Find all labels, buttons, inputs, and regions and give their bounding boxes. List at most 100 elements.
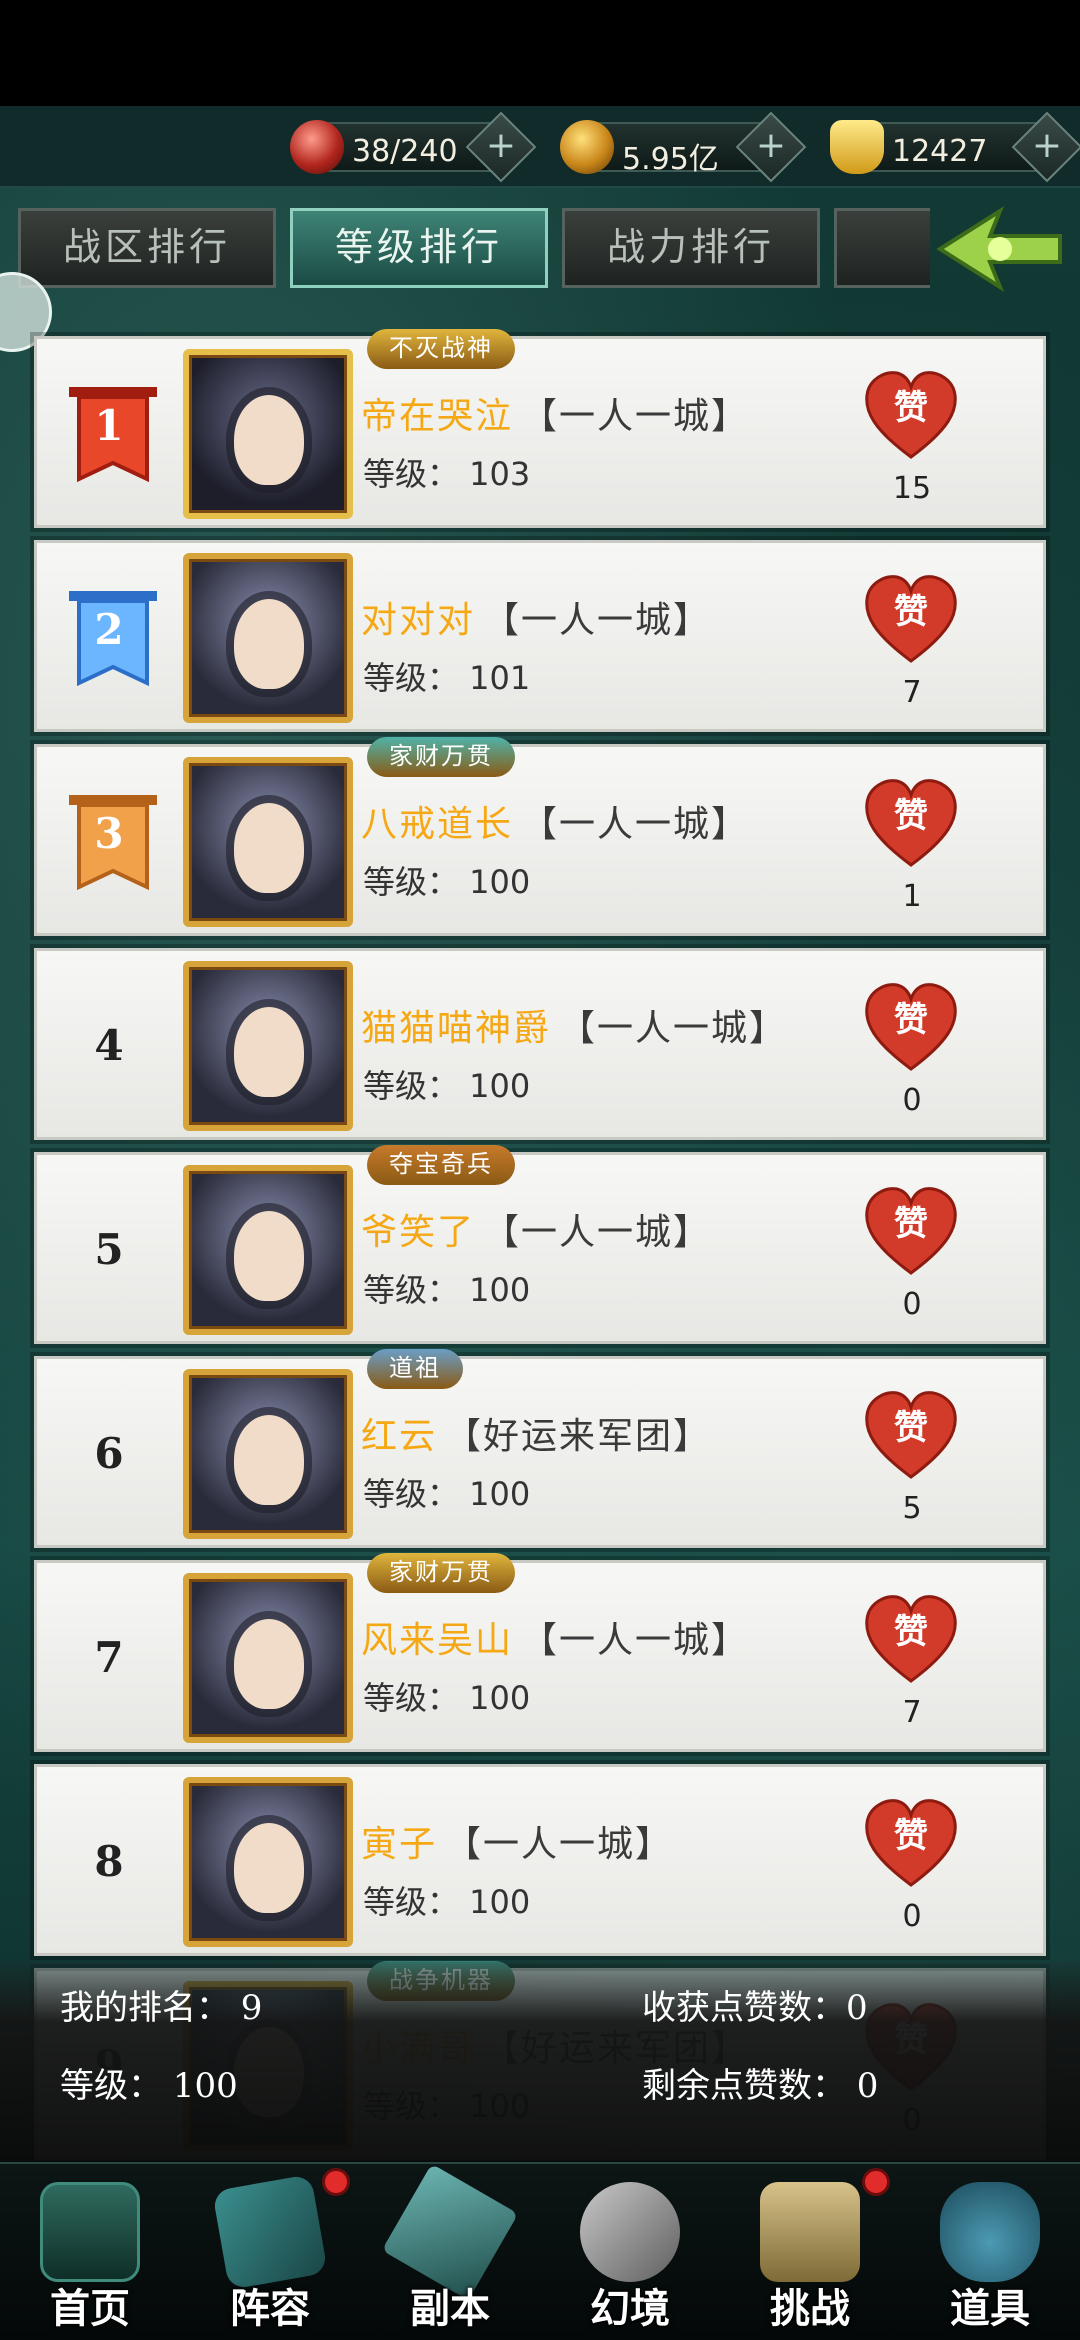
player-avatar[interactable] bbox=[183, 1777, 353, 1947]
tab-zone-ranking[interactable]: 战区排行 bbox=[18, 208, 276, 288]
like-heart-button[interactable]: 赞 bbox=[863, 573, 959, 665]
like-count: 0 bbox=[902, 1287, 922, 1322]
notification-dot bbox=[322, 2168, 350, 2196]
avatar-face bbox=[234, 1211, 304, 1301]
scroll-map-icon bbox=[760, 2182, 860, 2282]
palace-icon bbox=[40, 2182, 140, 2282]
player-level: 等级： 100 bbox=[363, 1883, 531, 1921]
player-name: 风来吴山 bbox=[361, 1620, 514, 1661]
like-heart-button[interactable]: 赞 bbox=[863, 981, 959, 1073]
nav-illusion[interactable]: 幻境 bbox=[540, 2164, 720, 2340]
tab-level-ranking[interactable]: 等级排行 bbox=[290, 208, 548, 288]
like-count: 7 bbox=[902, 1695, 922, 1730]
nav-dungeon[interactable]: 副本 bbox=[360, 2163, 540, 2340]
ranking-row[interactable]: 8 寅子 【一人一城】 等级： 100 赞 0 bbox=[34, 1764, 1046, 1956]
stamina-resource: 38/240 + bbox=[290, 111, 537, 183]
avatar-face bbox=[234, 1007, 304, 1097]
plus-icon: + bbox=[485, 125, 517, 166]
player-avatar[interactable] bbox=[183, 1369, 353, 1539]
add-ingots-button[interactable]: + bbox=[1011, 111, 1080, 183]
ranking-row[interactable]: 2 对对对 【一人一城】 等级： 101 赞 7 bbox=[34, 540, 1046, 732]
nav-illusion-label: 幻境 bbox=[590, 2285, 670, 2332]
avatar-face bbox=[234, 803, 304, 893]
like-heart-button[interactable]: 赞 bbox=[863, 1593, 959, 1685]
like-heart-button[interactable]: 赞 bbox=[863, 369, 959, 461]
guild-name: 【一人一城】 bbox=[521, 396, 750, 437]
ranking-row[interactable]: 4 猫猫喵神爵 【一人一城】 等级： 100 赞 0 bbox=[34, 948, 1046, 1140]
treasure-bag-icon bbox=[940, 2182, 1040, 2282]
back-button[interactable] bbox=[930, 196, 1070, 302]
player-name-line: 八戒道长 【一人一城】 bbox=[361, 795, 749, 847]
rank-number: 1 bbox=[94, 401, 124, 450]
guild-name: 【一人一城】 bbox=[521, 804, 750, 845]
like-heart-button[interactable]: 赞 bbox=[863, 1185, 959, 1277]
notification-dot bbox=[862, 2168, 890, 2196]
ranking-row[interactable]: 5 夺宝奇兵 爷笑了 【一人一城】 等级： 100 赞 0 bbox=[34, 1145, 1046, 1344]
player-level: 等级： 101 bbox=[363, 659, 531, 697]
received-likes-label: 收获点赞数：0 bbox=[642, 1988, 868, 2028]
ranking-tabs: 战区排行 等级排行 战力排行 军 bbox=[0, 208, 930, 290]
nav-home[interactable]: 首页 bbox=[0, 2164, 180, 2340]
title-badge: 家财万贯 bbox=[367, 1553, 515, 1593]
nav-challenge[interactable]: 挑战 bbox=[720, 2164, 900, 2340]
tab-legion-ranking[interactable]: 军 bbox=[834, 208, 930, 288]
ranking-row[interactable]: 3 家财万贯 八戒道长 【一人一城】 等级： 100 赞 1 bbox=[34, 737, 1046, 936]
ingots-value: 12427 bbox=[892, 134, 988, 169]
my-rank-label: 我的排名： 9 bbox=[60, 1988, 263, 2028]
like-count: 7 bbox=[902, 675, 922, 710]
like-count: 15 bbox=[892, 471, 932, 506]
gold-ingot-icon bbox=[830, 120, 884, 174]
player-name-line: 红云 【好运来军团】 bbox=[361, 1407, 711, 1459]
rank-number: 4 bbox=[94, 1021, 124, 1070]
add-stamina-button[interactable]: + bbox=[465, 111, 537, 183]
nav-challenge-label: 挑战 bbox=[770, 2285, 850, 2332]
title-badge: 家财万贯 bbox=[367, 737, 515, 777]
resource-bar: 38/240 + 5.95亿 + 12427 + bbox=[0, 106, 1080, 188]
like-label: 赞 bbox=[894, 1612, 928, 1652]
player-name: 八戒道长 bbox=[361, 804, 514, 845]
like-label: 赞 bbox=[894, 1408, 928, 1448]
status-bar-area bbox=[0, 0, 1080, 106]
player-avatar[interactable] bbox=[183, 349, 353, 519]
avatar-face bbox=[234, 1415, 304, 1505]
player-avatar[interactable] bbox=[183, 757, 353, 927]
my-rank-panel: 我的排名： 9 等级： 100 收获点赞数：0 剩余点赞数： 0 bbox=[0, 1962, 1080, 2162]
add-coins-button[interactable]: + bbox=[735, 111, 807, 183]
like-label: 赞 bbox=[894, 388, 928, 428]
player-avatar[interactable] bbox=[183, 1165, 353, 1335]
like-heart-button[interactable]: 赞 bbox=[863, 777, 959, 869]
rank-number: 3 bbox=[94, 809, 124, 858]
player-level: 等级： 100 bbox=[363, 1475, 531, 1513]
like-label: 赞 bbox=[894, 1204, 928, 1244]
nav-lineup-label: 阵容 bbox=[230, 2285, 310, 2332]
stamina-orb-icon bbox=[290, 120, 344, 174]
guild-name: 【一人一城】 bbox=[445, 1824, 674, 1865]
rank-number: 7 bbox=[94, 1633, 124, 1682]
ranking-row[interactable]: 1 不灭战神 帝在哭泣 【一人一城】 等级： 103 赞 15 bbox=[34, 329, 1046, 528]
player-level: 等级： 100 bbox=[363, 1271, 531, 1309]
nav-dungeon-label: 副本 bbox=[410, 2285, 490, 2332]
ranking-row[interactable]: 6 道祖 红云 【好运来军团】 等级： 100 赞 5 bbox=[34, 1349, 1046, 1548]
player-avatar[interactable] bbox=[183, 961, 353, 1131]
player-name-line: 爷笑了 【一人一城】 bbox=[361, 1203, 711, 1255]
guild-name: 【一人一城】 bbox=[521, 1620, 750, 1661]
like-label: 赞 bbox=[894, 796, 928, 836]
like-count: 0 bbox=[902, 1899, 922, 1934]
nav-items[interactable]: 道具 bbox=[900, 2164, 1080, 2340]
player-name: 对对对 bbox=[361, 600, 476, 641]
stamina-value: 38/240 bbox=[352, 134, 458, 169]
player-level: 等级： 103 bbox=[363, 455, 531, 493]
ranking-row[interactable]: 7 家财万贯 风来吴山 【一人一城】 等级： 100 赞 7 bbox=[34, 1553, 1046, 1752]
like-heart-button[interactable]: 赞 bbox=[863, 1797, 959, 1889]
title-badge: 道祖 bbox=[367, 1349, 463, 1389]
like-heart-button[interactable]: 赞 bbox=[863, 1389, 959, 1481]
my-level-label: 等级： 100 bbox=[60, 2066, 238, 2106]
nav-items-label: 道具 bbox=[950, 2285, 1030, 2332]
nav-lineup[interactable]: 阵容 bbox=[180, 2164, 360, 2340]
ingots-resource: 12427 + bbox=[830, 111, 1080, 183]
player-level: 等级： 100 bbox=[363, 1679, 531, 1717]
player-avatar[interactable] bbox=[183, 1573, 353, 1743]
player-avatar[interactable] bbox=[183, 553, 353, 723]
tab-power-ranking[interactable]: 战力排行 bbox=[562, 208, 820, 288]
like-count: 5 bbox=[902, 1491, 922, 1526]
